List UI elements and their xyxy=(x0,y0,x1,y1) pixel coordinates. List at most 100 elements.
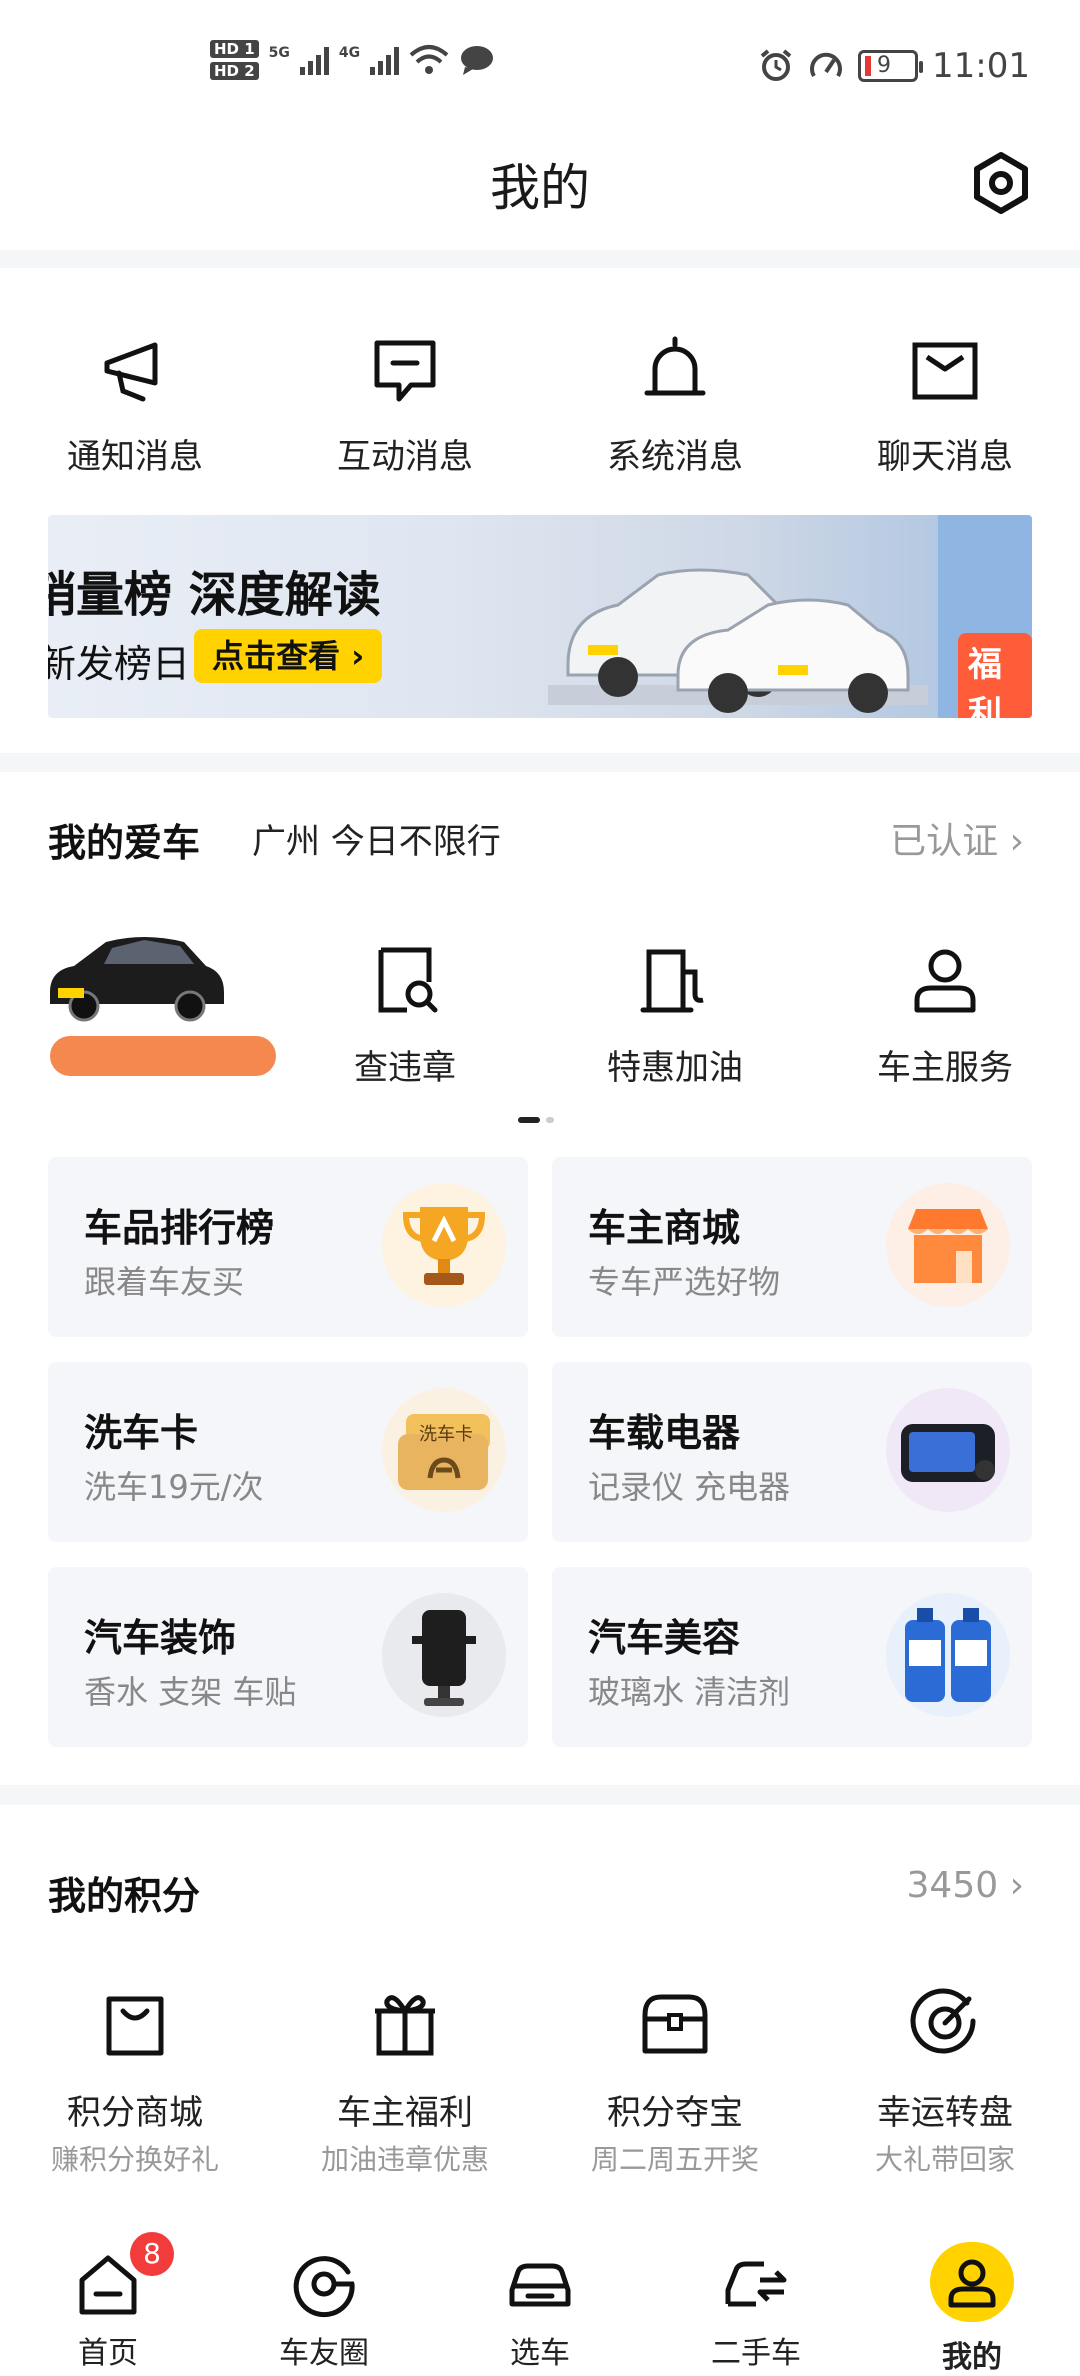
wifi-icon xyxy=(409,45,449,74)
points-mall-label: 积分商城 xyxy=(67,2093,203,2133)
banner-side-tag: 福利 xyxy=(958,633,1032,718)
points-value[interactable]: 3450 › xyxy=(907,1865,1024,1906)
service-tile-ranking[interactable]: 车品排行榜 跟着车友买 xyxy=(48,1157,528,1337)
banner-title: 销量榜 深度解读 xyxy=(48,567,381,623)
nav-profile[interactable]: 我的 xyxy=(864,2226,1080,2376)
points-actions: 积分商城 赚积分换好礼 车主福利 加油违章优惠 积分夺宝 周二周五开奖 幸运转盘… xyxy=(0,1985,1080,2178)
electronics-title: 车载电器 xyxy=(588,1411,741,1455)
points-card: 我的积分 3450 › 积分商城 赚积分换好礼 车主福利 加油违章优惠 积分夺宝… xyxy=(0,1805,1080,2226)
used-car-icon xyxy=(725,2261,787,2307)
profile-icon xyxy=(948,2259,996,2308)
interaction-messages[interactable]: 互动消息 xyxy=(270,333,540,478)
nav-profile-label: 我的 xyxy=(942,2340,1002,2375)
system-messages[interactable]: 系统消息 xyxy=(540,333,810,478)
network-type-1: 5G xyxy=(268,45,290,61)
promo-banner[interactable]: 销量榜 深度解读 新发榜日 点击查看 › 福利 xyxy=(48,515,1032,718)
beauty-title: 汽车美容 xyxy=(588,1616,741,1660)
page-title: 我的 xyxy=(490,159,590,217)
owner-benefits-label: 车主福利 xyxy=(337,2093,473,2133)
clock: 11:01 xyxy=(932,46,1030,86)
bottom-nav: 8 首页 车友圈 选车 二手车 我的 xyxy=(0,2226,1080,2376)
points-treasure[interactable]: 积分夺宝 周二周五开奖 xyxy=(540,1985,810,2178)
nav-used-car[interactable]: 二手车 xyxy=(648,2226,864,2376)
message-shortcuts: 通知消息 互动消息 系统消息 聊天消息 xyxy=(0,333,1080,478)
service-tile-electronics[interactable]: 车载电器 记录仪 充电器 xyxy=(552,1362,1032,1542)
system-messages-label: 系统消息 xyxy=(607,437,743,477)
nav-home[interactable]: 8 首页 xyxy=(0,2226,216,2376)
verified-link[interactable]: 已认证 › xyxy=(890,812,1024,864)
violation-search-icon xyxy=(378,947,438,1013)
mall-title: 车主商城 xyxy=(588,1206,741,1250)
battery-level: 9 xyxy=(877,53,892,78)
hd1-indicator: HD 1 xyxy=(210,40,259,58)
dashcam-icon xyxy=(901,1424,995,1482)
washer-fluid-icon xyxy=(905,1608,991,1702)
status-bar: HD 1 HD 2 5G 4G 9 11:01 xyxy=(0,0,1080,120)
nav-select-car-label: 选车 xyxy=(510,2336,570,2371)
points-treasure-sub: 周二周五开奖 xyxy=(590,2143,759,2176)
owner-services[interactable]: 车主服务 xyxy=(810,942,1080,1089)
check-violations[interactable]: 查违章 xyxy=(270,942,540,1089)
status-right: 9 11:01 xyxy=(758,46,1030,86)
chat-messages[interactable]: 聊天消息 xyxy=(810,333,1080,478)
car-wash-subtitle: 洗车19元/次 xyxy=(84,1468,264,1506)
points-title: 我的积分 xyxy=(48,1874,201,1918)
speed-icon xyxy=(810,52,842,78)
settings-icon[interactable] xyxy=(968,150,1034,216)
ranking-title: 车品排行榜 xyxy=(84,1206,275,1250)
beauty-subtitle: 玻璃水 清洁剂 xyxy=(588,1673,791,1711)
wash-card-text: 洗车卡 xyxy=(419,1424,473,1444)
decor-subtitle: 香水 支架 车贴 xyxy=(84,1673,297,1711)
interaction-messages-label: 互动消息 xyxy=(337,437,473,477)
city-restriction: 广州 今日不限行 xyxy=(252,822,501,862)
check-violations-label: 查违章 xyxy=(354,1048,456,1088)
service-tile-beauty[interactable]: 汽车美容 玻璃水 清洁剂 xyxy=(552,1567,1032,1747)
megaphone-icon xyxy=(104,342,158,402)
nav-community-label: 车友圈 xyxy=(279,2336,369,2371)
owner-benefits[interactable]: 车主福利 加油违章优惠 xyxy=(270,1985,540,2178)
owner-services-label: 车主服务 xyxy=(877,1048,1013,1088)
hd2-indicator: HD 2 xyxy=(210,62,259,80)
nav-used-car-label: 二手车 xyxy=(711,2336,801,2371)
nav-home-label: 首页 xyxy=(78,2336,138,2371)
lucky-wheel-label: 幸运转盘 xyxy=(877,2093,1013,2133)
status-left: HD 1 HD 2 5G 4G xyxy=(210,40,495,80)
envelope-icon xyxy=(912,342,978,400)
ranking-subtitle: 跟着车友买 xyxy=(84,1263,245,1301)
user-service-icon xyxy=(914,949,976,1013)
car-icon xyxy=(509,2263,571,2307)
car-actions: 查违章 特惠加油 车主服务 xyxy=(0,942,1080,1089)
alarm-icon xyxy=(760,49,792,81)
signal-icon-2 xyxy=(370,45,400,75)
store-icon xyxy=(908,1209,988,1283)
gift-icon xyxy=(375,1995,435,2056)
points-treasure-label: 积分夺宝 xyxy=(607,2093,743,2133)
nav-select-car[interactable]: 选车 xyxy=(432,2226,648,2376)
electronics-subtitle: 记录仪 充电器 xyxy=(588,1468,791,1506)
service-tile-car-wash[interactable]: 洗车卡 洗车19元/次 洗车卡 xyxy=(48,1362,528,1542)
wash-card-icon: 洗车卡 xyxy=(398,1414,490,1490)
banner-subtitle: 新发榜日 xyxy=(48,642,191,686)
mall-subtitle: 专车严选好物 xyxy=(588,1263,781,1301)
my-car-title: 我的爱车 xyxy=(48,821,201,865)
discount-fuel-label: 特惠加油 xyxy=(607,1048,743,1088)
home-badge: 8 xyxy=(130,2232,174,2276)
service-tile-mall[interactable]: 车主商城 专车严选好物 xyxy=(552,1157,1032,1337)
bell-icon xyxy=(644,336,706,396)
carousel-dots xyxy=(518,1117,554,1123)
notification-messages[interactable]: 通知消息 xyxy=(0,333,270,478)
shopping-bag-icon xyxy=(106,1996,164,2056)
battery-icon: 9 xyxy=(858,50,924,82)
network-type-2: 4G xyxy=(338,45,361,61)
discount-fuel[interactable]: 特惠加油 xyxy=(540,942,810,1089)
banner-view-button[interactable]: 点击查看 › xyxy=(194,629,383,683)
community-icon xyxy=(293,2256,355,2318)
points-mall[interactable]: 积分商城 赚积分换好礼 xyxy=(0,1985,270,2178)
page-header: 我的 xyxy=(0,120,1080,250)
service-tile-decor[interactable]: 汽车装饰 香水 支架 车贴 xyxy=(48,1567,528,1747)
nav-community[interactable]: 车友圈 xyxy=(216,2226,432,2376)
treasure-box-icon xyxy=(642,1994,708,2054)
signal-icon xyxy=(299,45,329,75)
lucky-wheel[interactable]: 幸运转盘 大礼带回家 xyxy=(810,1985,1080,2178)
notification-messages-label: 通知消息 xyxy=(67,437,203,477)
